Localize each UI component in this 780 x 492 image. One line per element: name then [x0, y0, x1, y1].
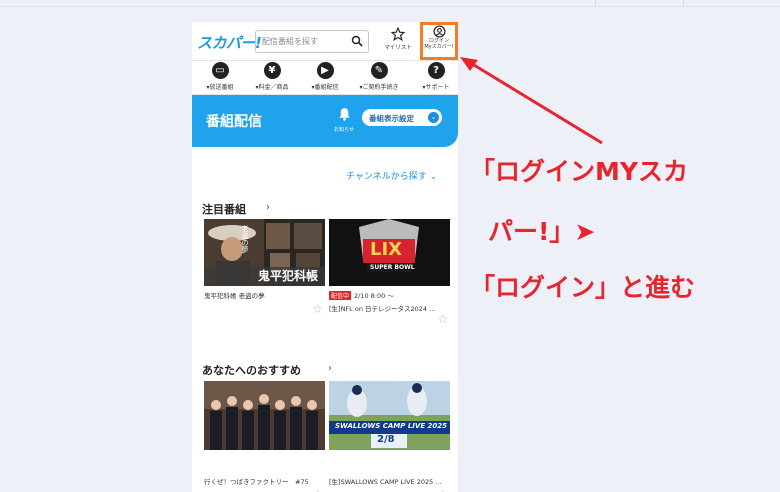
annotation-line-2: パー!」➤: [488, 217, 596, 246]
annotation-line-1: 「ログインMYスカ: [470, 157, 688, 186]
annotation-line-3: 「ログイン」と進む: [470, 273, 696, 302]
annotation-arrow: [460, 57, 603, 145]
